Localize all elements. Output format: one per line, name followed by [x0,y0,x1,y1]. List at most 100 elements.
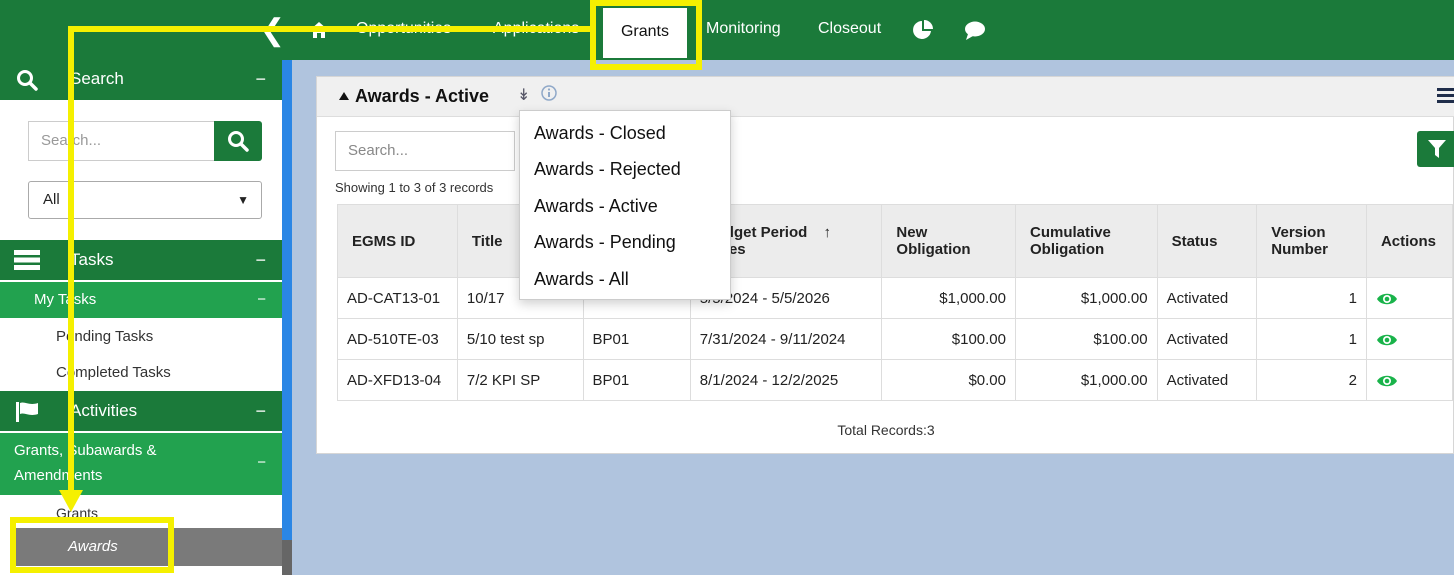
collapse-minus-icon[interactable]: − [257,454,266,471]
menu-item-awards-active[interactable]: Awards - Active [534,196,658,217]
col-label: Title [471,232,503,250]
cell-title: 5/10 test sp [456,318,584,360]
sidebar-scrollbar-thumb[interactable] [282,540,292,575]
awards-panel: Awards - Active ↡ Search... Showing 1 to… [316,76,1454,454]
annotation-arrowhead-icon [59,490,83,512]
cell-title: 7/2 KPI SP [456,359,584,401]
col-label: Status [1171,232,1218,250]
sidebar-section-search[interactable]: Search − [0,60,282,100]
nav-monitoring[interactable]: Monitoring [706,20,781,38]
menu-item-awards-pending[interactable]: Awards - Pending [534,232,676,253]
sidebar-subsection-my-tasks[interactable]: My Tasks − [0,282,282,318]
cell-budget-period: BP01 [582,318,691,360]
col-label: Version [1271,224,1326,241]
sidebar-search-button[interactable] [214,121,262,161]
table-row: AD-CAT13-01 10/17 5/5/2024 - 5/5/2026 $1… [337,277,1454,319]
sidebar-search-input[interactable]: Search... [28,121,214,161]
col-version-number[interactable]: Version Number [1256,204,1367,278]
total-records-text: Total Records:3 [837,422,935,438]
cell-actions [1365,318,1454,360]
panel-title: Awards - Active [355,86,490,106]
sort-up-icon[interactable]: ↑ [823,224,831,241]
col-label: New [896,224,928,241]
col-label: Actions [1380,232,1436,250]
cell-cumulative-obligation: $1,000.00 [1015,359,1158,401]
nav-closeout[interactable]: Closeout [818,20,881,38]
col-label: Obligation [896,241,971,258]
collapse-minus-icon[interactable]: − [255,240,266,280]
highlight-box-awards [10,517,174,573]
pie-chart-icon[interactable] [912,19,934,41]
sidebar-scrollbar[interactable] [282,60,292,575]
cell-version: 2 [1256,359,1367,401]
filter-icon [1428,140,1446,158]
collapse-minus-icon[interactable]: − [255,391,266,431]
cell-actions [1365,359,1454,401]
col-status[interactable]: Status [1156,204,1258,278]
table-row: AD-510TE-03 5/10 test sp BP01 7/31/2024 … [337,318,1454,360]
collapse-minus-icon[interactable]: − [255,60,266,98]
cell-egms-id: AD-CAT13-01 [337,277,458,319]
cell-cumulative-obligation: $100.00 [1015,318,1158,360]
sidebar-section-activities[interactable]: Activities − [0,391,282,431]
cell-egms-id: AD-510TE-03 [337,318,458,360]
collapse-minus-icon[interactable]: − [257,282,266,318]
col-label: Number [1271,241,1328,258]
cell-egms-id: AD-XFD13-04 [337,359,458,401]
cell-actions [1365,277,1454,319]
sidebar-section-label: Search [70,69,124,88]
panel-header: Awards - Active ↡ [317,77,1454,117]
search-icon [17,70,38,91]
menu-icon[interactable] [1437,85,1454,105]
sidebar-subsection-grants-subawards[interactable]: Grants, Subawards & Amendments − [0,433,282,495]
highlight-box-grants [590,0,702,70]
sidebar-section-label: Tasks [70,250,114,269]
annotation-arrow-line [68,26,592,32]
col-cumulative-obligation[interactable]: Cumulative Obligation [1015,204,1158,278]
table-header-row: EGMS ID Title Budget Period ↑ Dates NewO… [337,204,1454,278]
cell-version: 1 [1256,318,1367,360]
eye-icon[interactable] [1376,373,1398,389]
search-scope-value: All [43,191,60,208]
eye-icon[interactable] [1376,332,1398,348]
cell-status: Activated [1156,277,1258,319]
caret-up-icon[interactable] [339,92,349,100]
flag-icon [16,402,38,422]
cell-cumulative-obligation: $1,000.00 [1015,277,1158,319]
menu-item-awards-closed[interactable]: Awards - Closed [534,123,666,144]
cell-new-obligation: $1,000.00 [881,277,1016,319]
sidebar-subsection-label: My Tasks [34,291,97,308]
sidebar-section-label: Activities [70,401,138,420]
col-actions: Actions [1365,204,1454,278]
col-new-obligation[interactable]: New Obligation [881,204,1016,278]
view-dropdown-menu: Awards - Closed Awards - Rejected Awards… [519,110,731,300]
col-egms-id[interactable]: EGMS ID [337,204,458,278]
col-label: EGMS ID [352,232,416,250]
cell-dates: 7/31/2024 - 9/11/2024 [689,318,883,360]
search-icon [228,131,249,152]
cell-status: Activated [1156,318,1258,360]
info-icon[interactable] [541,85,557,101]
grid-search-input[interactable]: Search... [335,131,515,171]
col-label: Cumulative [1030,224,1111,241]
cell-new-obligation: $0.00 [881,359,1016,401]
sidebar-subsection-label: Grants, Subawards & [14,442,157,459]
cell-new-obligation: $100.00 [881,318,1016,360]
menu-item-awards-all[interactable]: Awards - All [534,269,629,290]
sidebar-subsection-label: Amendments [14,467,103,484]
tasks-icon [14,250,40,270]
search-scope-select[interactable]: All ▼ [28,181,262,219]
eye-icon[interactable] [1376,291,1398,307]
cell-dates: 8/1/2024 - 12/2/2025 [689,359,883,401]
cell-version: 1 [1256,277,1367,319]
cell-budget-period: BP01 [582,359,691,401]
double-chevron-down-icon[interactable]: ↡ [517,85,530,105]
sidebar-section-tasks[interactable]: Tasks − [0,240,282,280]
cell-status: Activated [1156,359,1258,401]
menu-item-awards-rejected[interactable]: Awards - Rejected [534,159,681,180]
awards-table: EGMS ID Title Budget Period ↑ Dates NewO… [337,204,1454,401]
records-count-text: Showing 1 to 3 of 3 records [335,180,494,195]
chat-icon[interactable] [964,19,986,41]
filter-button[interactable] [1417,131,1454,167]
col-label: Obligation [1030,241,1105,258]
